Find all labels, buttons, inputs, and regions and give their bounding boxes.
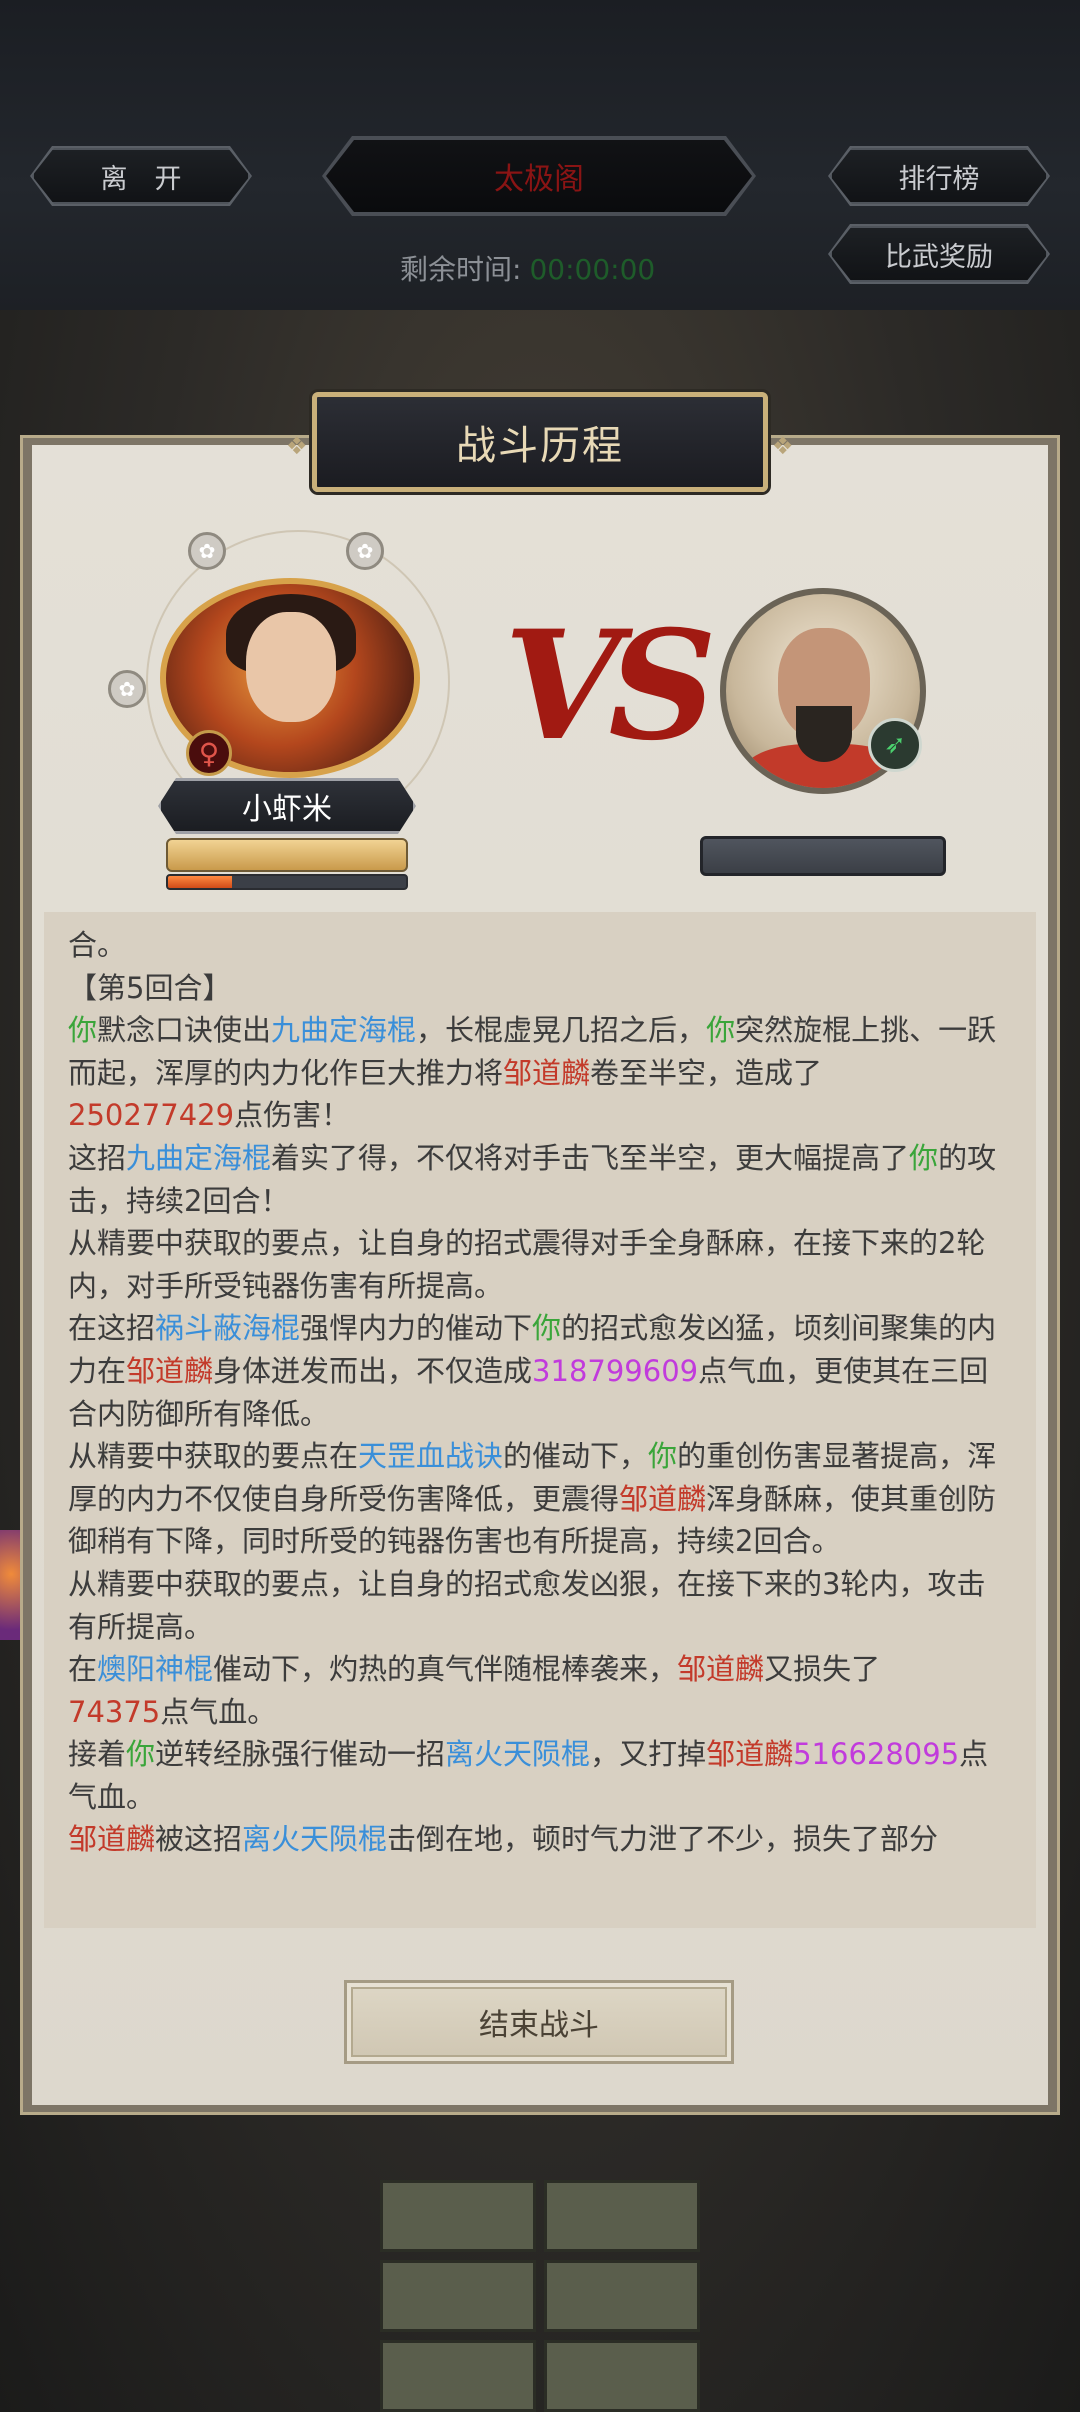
dialog-title-label: 战斗历程 (456, 423, 624, 469)
female-symbol-icon: ♀ (186, 730, 232, 776)
log-line: 从精要中获取的要点，让自身的招式震得对手全身酥麻，在接下来的2轮内，对手所受钝器… (68, 1226, 986, 1303)
opponent-name-bar (700, 836, 946, 876)
floor-tiles (380, 2180, 700, 2412)
skill-slot-icon[interactable]: ✿ (188, 532, 226, 570)
vs-emblem: VS (504, 598, 717, 774)
player-nameplate: 小虾米 (158, 778, 416, 834)
leave-button-label: 离 开 (100, 163, 182, 195)
timer-value: 00:00:00 (529, 253, 656, 286)
dialog-title: 战斗历程 (312, 392, 768, 492)
end-battle-label: 结束战斗 (479, 2008, 599, 2043)
reward-button[interactable]: 比武奖励 (830, 226, 1048, 282)
log-line: 合。 (68, 928, 127, 962)
arena-title-label: 太极阁 (494, 162, 584, 197)
log-line: 从精要中获取的要点在天罡血战诀的催动下，你的重创伤害显著提高，浑厚的内力不仅使自… (68, 1439, 997, 1559)
remaining-time: 剩余时间: 00:00:00 (400, 248, 655, 288)
opponent-beard (796, 706, 852, 762)
player-name: 小虾米 (242, 792, 332, 827)
skill-slot-icon[interactable]: ✿ (108, 670, 146, 708)
player-progress-fill (168, 876, 233, 888)
leaderboard-button-label: 排行榜 (898, 163, 980, 195)
timer-label: 剩余时间: (400, 253, 522, 286)
log-line: 接着你逆转经脉强行催动一招离火天陨棍，又打掉邹道麟516628095点气血。 (68, 1737, 989, 1814)
log-line: 你默念口诀使出九曲定海棍，长棍虚晃几招之后，你突然旋棍上挑、一跃而起，浑厚的内力… (68, 1013, 997, 1133)
reward-button-label: 比武奖励 (885, 241, 993, 273)
skill-slot-icon[interactable]: ✿ (346, 532, 384, 570)
rank-icon: ➶ (868, 718, 922, 772)
log-line: 从精要中获取的要点，让自身的招式愈发凶狠，在接下来的3轮内，攻击有所提高。 (68, 1566, 986, 1644)
log-line: 在这招祸斗蔽海棍强悍内力的催动下你的招式愈发凶猛，顷刻间聚集的内力在邹道麟身体迸… (68, 1311, 997, 1431)
log-line: 邹道麟被这招离火天陨棍击倒在地，顿时气力泄了不少，损失了部分 (68, 1822, 939, 1857)
battle-log[interactable]: 合。 【第5回合】 你默念口诀使出九曲定海棍，长棍虚晃几招之后，你突然旋棍上挑、… (44, 912, 1036, 1928)
arena-title: 太极阁 (326, 140, 752, 212)
player-title-bar (166, 838, 408, 872)
player-progress-bar (166, 874, 408, 890)
log-line: 这招九曲定海棍着实了得，不仅将对手击飞至半空，更大幅提高了你的攻击，持续2回合！ (68, 1140, 997, 1218)
log-line: 在燠阳神棍催动下，灼热的真气伴随棍棒袭来，邹道麟又损失了 74375点气血。 (68, 1652, 881, 1729)
leaderboard-button[interactable]: 排行榜 (830, 148, 1048, 204)
round-label: 【第5回合】 (68, 970, 232, 1005)
leave-button[interactable]: 离 开 (32, 148, 250, 204)
end-battle-button[interactable]: 结束战斗 (344, 1980, 734, 2064)
right-ornament-icon: ❖ (772, 432, 794, 460)
player-face (246, 612, 336, 722)
